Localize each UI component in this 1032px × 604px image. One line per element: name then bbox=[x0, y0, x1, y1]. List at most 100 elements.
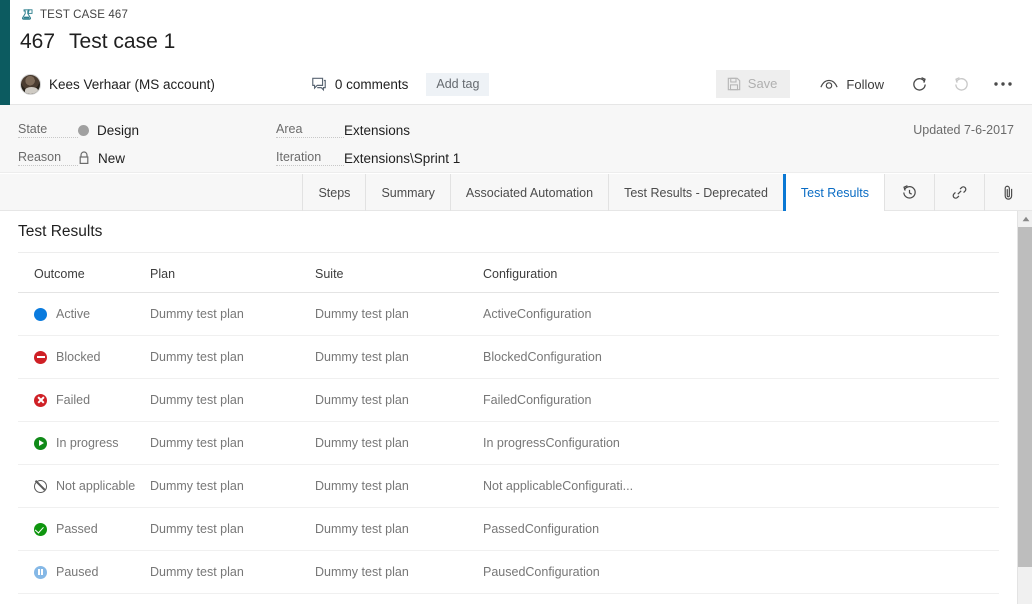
outcome-label: Passed bbox=[56, 522, 98, 536]
form-tab-bar: Steps Summary Associated Automation Test… bbox=[0, 174, 1032, 211]
state-dot-icon bbox=[78, 124, 89, 136]
tab-test-results[interactable]: Test Results bbox=[782, 174, 884, 211]
add-tag-button[interactable]: Add tag bbox=[426, 72, 490, 96]
field-iteration-value[interactable]: Extensions\Sprint 1 bbox=[344, 151, 460, 166]
test-results-panel: Test Results Outcome Plan Suite Configur… bbox=[0, 211, 1017, 604]
comment-icon bbox=[311, 77, 327, 92]
field-reason-value-wrap[interactable]: New bbox=[78, 151, 125, 166]
table-row[interactable]: Passed Dummy test plan Dummy test plan Pass… bbox=[18, 507, 999, 551]
follow-label: Follow bbox=[846, 76, 884, 92]
table-row[interactable]: In progress Dummy test plan Dummy test pla… bbox=[18, 421, 999, 465]
failed-status-icon bbox=[34, 393, 47, 407]
column-header-plan[interactable]: Plan bbox=[150, 259, 315, 293]
refresh-button[interactable] bbox=[902, 69, 936, 99]
column-header-outcome[interactable]: Outcome bbox=[18, 259, 150, 293]
table-header-row: Outcome Plan Suite Configuration bbox=[18, 259, 999, 293]
cell-plan: Dummy test plan bbox=[150, 464, 315, 508]
field-iteration: Iteration Extensions\Sprint 1 bbox=[276, 150, 460, 166]
outcome-cell: Not applicable bbox=[34, 479, 150, 493]
caret-up-icon bbox=[1022, 216, 1030, 222]
section-title: Test Results bbox=[18, 223, 103, 240]
field-state-value: Design bbox=[97, 122, 140, 138]
title-row: 467 Test case 1 bbox=[20, 30, 175, 54]
comments-count-label: 0 comments bbox=[334, 76, 409, 92]
table-row[interactable]: Active Dummy test plan Dummy test plan Acti… bbox=[18, 292, 999, 336]
field-reason-value: New bbox=[98, 150, 126, 166]
tab-history[interactable] bbox=[884, 174, 934, 211]
link-icon bbox=[951, 184, 968, 201]
fields-strip: State Design Reason New Area Extensions bbox=[0, 105, 1032, 173]
test-case-icon bbox=[20, 8, 33, 22]
passed-status-icon bbox=[34, 522, 47, 536]
outcome-cell: Paused bbox=[34, 565, 150, 579]
table-row[interactable]: Paused Dummy test plan Dummy test plan Paus… bbox=[18, 550, 999, 594]
outcome-label: Failed bbox=[56, 393, 91, 407]
work-item-form: TEST CASE 467 467 Test case 1 Kees Verha… bbox=[0, 0, 1032, 604]
field-state: State Design bbox=[18, 122, 139, 138]
header-actions: Save Follow bbox=[715, 69, 1020, 99]
work-item-id: 467 bbox=[20, 30, 56, 53]
tab-links[interactable] bbox=[934, 174, 984, 211]
cell-outcome: Passed bbox=[18, 507, 150, 551]
assigned-to-name[interactable]: Kees Verhaar (MS account) bbox=[49, 77, 215, 92]
tab-attachments[interactable] bbox=[984, 174, 1032, 211]
work-item-header: TEST CASE 467 467 Test case 1 Kees Verha… bbox=[10, 0, 1032, 105]
cell-plan: Dummy test plan bbox=[150, 292, 315, 336]
table-row[interactable]: Blocked Dummy test plan Dummy test plan Blo… bbox=[18, 335, 999, 379]
test-results-table: Outcome Plan Suite Configuration Active D… bbox=[18, 259, 999, 594]
column-header-configuration[interactable]: Configuration bbox=[483, 259, 999, 293]
cell-suite: Dummy test plan bbox=[315, 335, 483, 379]
tab-test-results-deprecated[interactable]: Test Results - Deprecated bbox=[608, 174, 783, 211]
outcome-cell: Passed bbox=[34, 522, 150, 536]
cell-outcome: Paused bbox=[18, 550, 150, 594]
field-state-value-wrap[interactable]: Design bbox=[78, 123, 139, 138]
updated-timestamp: Updated 7-6-2017 bbox=[913, 123, 1014, 137]
tab-steps[interactable]: Steps bbox=[302, 174, 365, 211]
follow-button[interactable]: Follow bbox=[810, 71, 894, 98]
ellipsis-icon bbox=[993, 81, 1013, 87]
cell-configuration: PausedConfiguration bbox=[483, 550, 999, 594]
paused-status-icon bbox=[34, 565, 47, 579]
field-area-label: Area bbox=[276, 122, 344, 138]
cell-suite: Dummy test plan bbox=[315, 378, 483, 422]
scroll-up-button[interactable] bbox=[1018, 211, 1032, 226]
outcome-label: Not applicable bbox=[56, 479, 136, 493]
blocked-status-icon bbox=[34, 350, 47, 364]
save-button[interactable]: Save bbox=[715, 70, 791, 98]
tab-summary[interactable]: Summary bbox=[365, 174, 449, 211]
cell-plan: Dummy test plan bbox=[150, 550, 315, 594]
cell-plan: Dummy test plan bbox=[150, 421, 315, 465]
outcome-cell: Blocked bbox=[34, 350, 150, 364]
outcome-label: In progress bbox=[56, 436, 119, 450]
column-header-suite[interactable]: Suite bbox=[315, 259, 483, 293]
work-item-title[interactable]: Test case 1 bbox=[69, 30, 175, 54]
refresh-icon bbox=[911, 76, 928, 93]
cell-configuration: PassedConfiguration bbox=[483, 507, 999, 551]
outcome-label: Paused bbox=[56, 565, 99, 579]
breadcrumb[interactable]: TEST CASE 467 bbox=[20, 7, 128, 23]
history-icon bbox=[901, 184, 918, 201]
outcome-cell: Active bbox=[34, 307, 150, 321]
comments-button[interactable]: 0 comments bbox=[311, 76, 409, 92]
cell-suite: Dummy test plan bbox=[315, 507, 483, 551]
field-state-label: State bbox=[18, 122, 78, 138]
eye-icon bbox=[820, 78, 839, 91]
section-divider bbox=[18, 252, 999, 253]
undo-icon bbox=[953, 76, 970, 93]
header-meta-row: Kees Verhaar (MS account) 0 comments Add… bbox=[20, 70, 1020, 98]
cell-outcome: Active bbox=[18, 292, 150, 336]
field-area-value[interactable]: Extensions bbox=[344, 123, 410, 138]
active-status-icon bbox=[34, 307, 47, 321]
more-actions-button[interactable] bbox=[986, 69, 1020, 99]
field-reason-label: Reason bbox=[18, 150, 78, 166]
vertical-scrollbar[interactable] bbox=[1017, 211, 1032, 604]
revert-button[interactable] bbox=[944, 69, 978, 99]
table-row[interactable]: Not applicable Dummy test plan Dummy test … bbox=[18, 464, 999, 508]
scroll-thumb[interactable] bbox=[1018, 227, 1032, 567]
cell-suite: Dummy test plan bbox=[315, 421, 483, 465]
tab-associated-automation[interactable]: Associated Automation bbox=[449, 174, 608, 211]
outcome-cell: In progress bbox=[34, 436, 150, 450]
cell-configuration: ActiveConfiguration bbox=[483, 292, 999, 336]
table-row[interactable]: Failed Dummy test plan Dummy test plan Fail… bbox=[18, 378, 999, 422]
cell-suite: Dummy test plan bbox=[315, 550, 483, 594]
